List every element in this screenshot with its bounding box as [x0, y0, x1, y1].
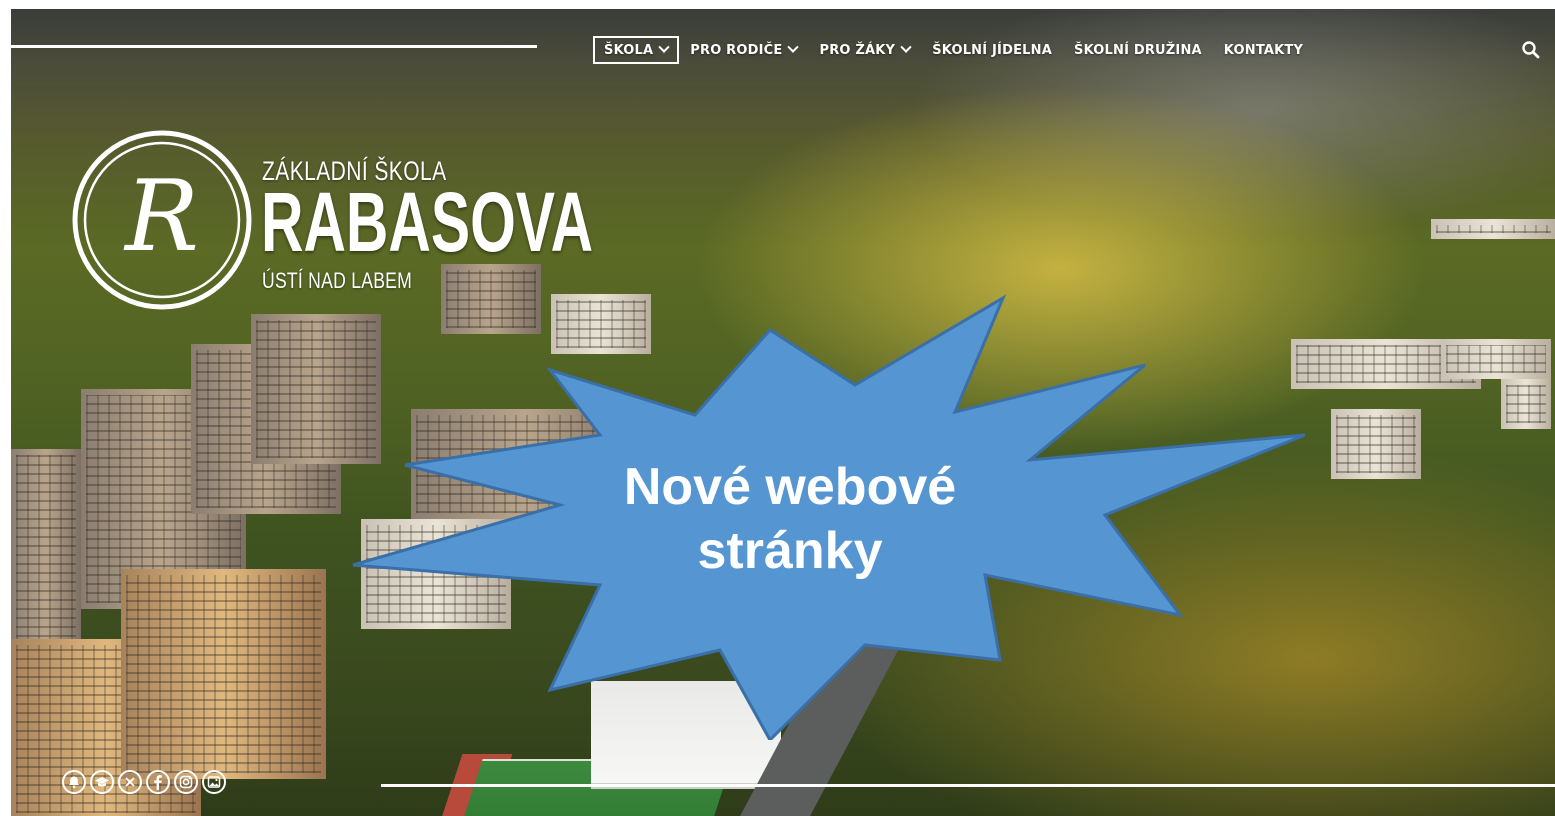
footer-divider-line: [381, 784, 1555, 787]
building: [121, 569, 326, 779]
gallery-icon[interactable]: [202, 770, 226, 794]
announcement-line1: Nové webové: [623, 458, 957, 516]
header-divider-line: [11, 45, 537, 48]
nav-item-label: ŠKOLA: [604, 42, 654, 58]
social-links: [62, 770, 226, 794]
nav-item-label: ŠKOLNÍ JÍDELNA: [932, 42, 1052, 58]
nav-item-pro-rodice[interactable]: PRO RODIČE: [679, 36, 808, 64]
instagram-icon[interactable]: [174, 770, 198, 794]
chevron-down-icon: [900, 41, 912, 53]
logo-monogram: R: [123, 160, 199, 274]
main-navigation: ŠKOLA PRO RODIČE PRO ŽÁKY ŠKOLNÍ JÍDELNA…: [593, 35, 1314, 65]
building: [1441, 339, 1551, 379]
facebook-icon[interactable]: [146, 770, 170, 794]
bell-icon[interactable]: [62, 770, 86, 794]
cutlery-icon[interactable]: [118, 770, 142, 794]
nav-item-skolni-jidelna[interactable]: ŠKOLNÍ JÍDELNA: [921, 36, 1063, 64]
logo-school-name: RABASOVA: [261, 175, 594, 269]
nav-item-skolni-druzina[interactable]: ŠKOLNÍ DRUŽINA: [1063, 36, 1213, 64]
building: [1431, 219, 1555, 239]
page-frame: ŠKOLA PRO RODIČE PRO ŽÁKY ŠKOLNÍ JÍDELNA…: [0, 0, 1555, 816]
search-icon[interactable]: [1520, 39, 1542, 61]
nav-item-kontakty[interactable]: KONTAKTY: [1213, 36, 1314, 64]
nav-item-label: PRO RODIČE: [690, 42, 783, 58]
chevron-down-icon: [658, 41, 670, 53]
building: [1331, 409, 1421, 479]
announcement-line2: stránky: [697, 522, 883, 580]
logo-emblem: R: [72, 130, 252, 310]
announcement-text: Nové webové stránky: [560, 455, 1020, 583]
graduation-cap-icon[interactable]: [90, 770, 114, 794]
nav-item-pro-zaky[interactable]: PRO ŽÁKY: [808, 36, 921, 64]
nav-item-skola[interactable]: ŠKOLA: [593, 36, 680, 64]
nav-item-label: ŠKOLNÍ DRUŽINA: [1074, 42, 1202, 58]
nav-item-label: PRO ŽÁKY: [819, 42, 896, 58]
chevron-down-icon: [787, 41, 800, 53]
building: [1501, 379, 1551, 429]
nav-item-label: KONTAKTY: [1223, 42, 1304, 58]
